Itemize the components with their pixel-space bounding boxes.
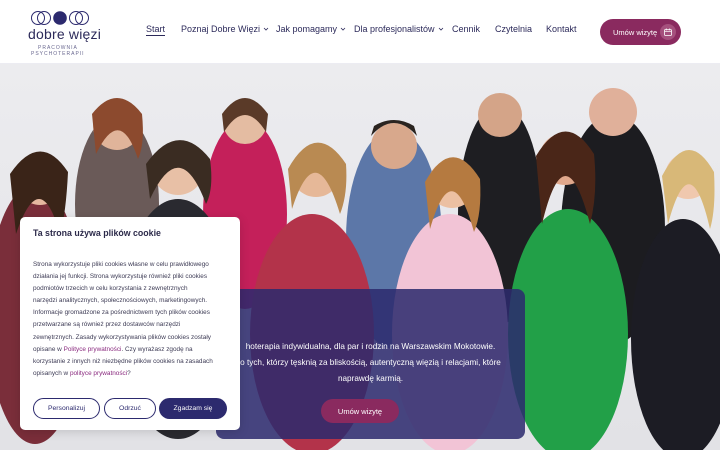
nav-item-dla-profesjonalistow[interactable]: Dla profesjonalistów [354,24,444,34]
customize-cookies-button[interactable]: Personalizuj [33,398,100,419]
hero-text-line-3: naprawdę karmią. [337,374,404,383]
cookie-text-line: Informacje gromadzone za pośrednictwem t… [33,307,233,319]
nav-label: Dla profesjonalistów [354,24,435,34]
nav-label: Cennik [452,24,481,34]
hero-text-line-1: hoterapia indywidualna, dla par i rodzin… [245,342,496,351]
accept-cookies-button[interactable]: Zgadzam się [159,398,227,419]
nav-item-czytelnia[interactable]: Czytelnia [495,24,532,34]
nav-label: Kontakt [546,24,577,34]
nav-item-poznaj[interactable]: Poznaj Dobre Więzi [181,24,269,34]
chevron-down-icon [438,27,443,31]
nav-item-cennik[interactable]: Cennik [452,24,480,34]
nav-label: Poznaj Dobre Więzi [181,24,261,34]
book-visit-button[interactable]: Umów wizytę [600,19,681,45]
cookie-text: ? [127,369,131,377]
chevron-down-icon [340,27,346,31]
cookie-text-line: podmiotów trzecich w celu korzystania z … [33,283,233,295]
cookie-text: podmiotów trzecich w celu korzystania z … [33,285,188,293]
cookie-text: przetwarzane są również przez dostawców … [33,321,181,329]
privacy-policy-link[interactable]: Polityce prywatności [64,346,122,353]
nav-item-jak-pomagamy[interactable]: Jak pomagamy [276,24,346,34]
cookie-text-line: przetwarzane są również przez dostawców … [33,319,233,331]
cookie-text: . Czy wyrażasz zgodę na [121,345,193,353]
cookie-text-line: działania jej funkcji. Strona wykorzystu… [33,271,233,283]
cookie-text-line: Strona wykorzystuje pliki cookies własne… [33,259,233,271]
cookie-text-line: opisane w Polityce prywatności. Czy wyra… [33,344,233,356]
logo-subtitle-2: PSYCHOTERAPII [31,51,85,57]
cookie-text-line: zewnętrznych. Zasady wykorzystywania pli… [33,332,233,344]
cookie-text: korzystanie z innych niż niezbędne plikó… [33,357,213,365]
reject-cookies-button[interactable]: Odrzuć [104,398,156,419]
hero-intro-card: hoterapia indywidualna, dla par i rodzin… [216,289,525,439]
cookie-text: Informacje gromadzone za pośrednictwem t… [33,309,210,317]
nav-item-kontakt[interactable]: Kontakt [546,24,577,34]
logo-circles-icon [31,11,89,25]
cookie-text: zewnętrznych. Zasady wykorzystywania pli… [33,333,211,341]
cookie-title: Ta strona używa plików cookie [33,228,161,238]
cookie-text-line: korzystanie z innych niż niezbędne plikó… [33,356,233,368]
cookie-text-line: narzędzi analitycznych, społecznościowyc… [33,295,233,307]
nav-item-start[interactable]: Start [146,24,166,36]
cookie-text: opisane w [33,345,64,353]
chevron-down-icon [263,27,269,31]
cookie-text: narzędzi analitycznych, społecznościowyc… [33,297,208,305]
book-visit-label: Umów wizytę [613,27,658,37]
hero-book-visit-button[interactable]: Umów wizytę [321,399,399,423]
cookie-text-line: opisanych w polityce prywatności? [33,368,233,380]
nav-label: Start [146,24,166,36]
cookie-text: opisanych w [33,369,70,377]
cookie-description: Strona wykorzystuje pliki cookies własne… [33,259,233,380]
cookie-text: Strona wykorzystuje pliki cookies własne… [33,261,209,268]
cookie-consent-dialog: Ta strona używa plików cookie Strona wyk… [20,217,240,430]
logo-title: dobre więzi [28,26,102,42]
logo[interactable]: dobre więzi PRACOWNIA PSYCHOTERAPII [28,10,102,57]
nav-label: Jak pomagamy [276,24,338,34]
privacy-policy-link[interactable]: polityce prywatności [70,370,127,377]
hero-text-line-2: o tych, którzy tęsknią za bliskością, au… [240,358,501,367]
site-header: dobre więzi PRACOWNIA PSYCHOTERAPII Star… [0,0,720,64]
nav-label: Czytelnia [495,24,533,34]
calendar-icon [660,24,676,40]
cookie-text: działania jej funkcji. Strona wykorzystu… [33,273,208,281]
